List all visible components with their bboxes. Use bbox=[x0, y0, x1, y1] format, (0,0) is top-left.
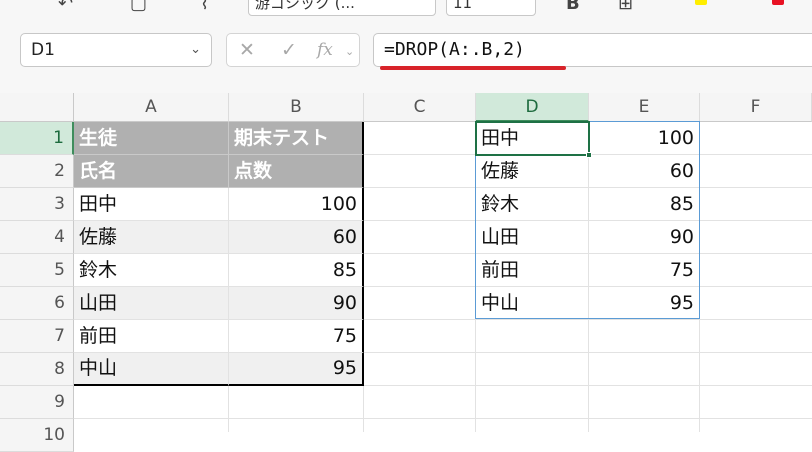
chevron-down-icon[interactable]: ⌄ bbox=[190, 34, 201, 66]
row-header-5[interactable]: 5 bbox=[0, 254, 74, 287]
format-painter-icon[interactable]: ⌇ bbox=[200, 0, 209, 14]
font-name-select[interactable]: 游ゴシック (... bbox=[248, 0, 436, 16]
cell-d4[interactable]: 山田 bbox=[476, 221, 589, 254]
column-header-e[interactable]: E bbox=[589, 93, 700, 122]
formula-input[interactable]: =DROP(A:.B,2) bbox=[373, 33, 812, 70]
undo-icon[interactable]: ↶ bbox=[58, 0, 73, 14]
row-header-9[interactable]: 9 bbox=[0, 386, 74, 419]
fill-handle[interactable] bbox=[586, 152, 592, 158]
row-header-6[interactable]: 6 bbox=[0, 287, 74, 320]
border-icon[interactable]: ⊞ bbox=[618, 0, 633, 14]
row-header-8[interactable]: 8 bbox=[0, 353, 74, 386]
cell-b7[interactable]: 75 bbox=[229, 320, 364, 353]
cell-e1[interactable]: 100 bbox=[589, 122, 700, 155]
formula-text: =DROP(A:.B,2) bbox=[384, 39, 525, 60]
row-header-2[interactable]: 2 bbox=[0, 155, 74, 188]
cell-d2[interactable]: 佐藤 bbox=[476, 155, 589, 188]
grid-top-spacer bbox=[0, 80, 812, 93]
select-all-corner[interactable] bbox=[0, 93, 74, 122]
cell-e6[interactable]: 95 bbox=[589, 287, 700, 320]
row-header-1[interactable]: 1 bbox=[0, 122, 74, 155]
highlight-color-swatch[interactable] bbox=[695, 0, 707, 5]
cell-d5[interactable]: 前田 bbox=[476, 254, 589, 287]
cell-a1[interactable]: 生徒 bbox=[74, 122, 229, 155]
cell-a6[interactable]: 山田 bbox=[74, 287, 229, 320]
cell-b1[interactable]: 期末テスト bbox=[229, 122, 364, 155]
column-header-f[interactable]: F bbox=[700, 93, 812, 122]
enter-icon[interactable]: ✓ bbox=[281, 39, 297, 61]
cell-e4[interactable]: 90 bbox=[589, 221, 700, 254]
cell-e5[interactable]: 75 bbox=[589, 254, 700, 287]
cell-a3[interactable]: 田中 bbox=[74, 188, 229, 221]
cell-e3[interactable]: 85 bbox=[589, 188, 700, 221]
cell-b4[interactable]: 60 bbox=[229, 221, 364, 254]
formula-buttons: ✕ ✓ fx ⌄ bbox=[226, 33, 360, 67]
ribbon: ↶ ▢ ⌇ 游ゴシック (... 11 B ⊞ bbox=[0, 0, 812, 22]
row-header-10[interactable]: 10 bbox=[0, 419, 74, 452]
row-header-7[interactable]: 7 bbox=[0, 320, 74, 353]
cancel-icon[interactable]: ✕ bbox=[239, 39, 255, 61]
cell-b8[interactable]: 95 bbox=[229, 353, 364, 386]
cell-a4[interactable]: 佐藤 bbox=[74, 221, 229, 254]
cell-a2[interactable]: 氏名 bbox=[74, 155, 229, 188]
font-color-swatch[interactable] bbox=[772, 0, 784, 5]
column-header-c[interactable]: C bbox=[364, 93, 476, 122]
bold-icon[interactable]: B bbox=[566, 0, 580, 14]
cell-d6[interactable]: 中山 bbox=[476, 287, 589, 320]
column-header-d[interactable]: D bbox=[476, 93, 589, 122]
row-header-3[interactable]: 3 bbox=[0, 188, 74, 221]
cell-a8[interactable]: 中山 bbox=[74, 353, 229, 386]
cell-e2[interactable]: 60 bbox=[589, 155, 700, 188]
formula-bar-row: D1 ⌄ ✕ ✓ fx ⌄ =DROP(A:.B,2) bbox=[0, 22, 812, 80]
column-header-a[interactable]: A bbox=[74, 93, 229, 122]
cell-b3[interactable]: 100 bbox=[229, 188, 364, 221]
cell-a7[interactable]: 前田 bbox=[74, 320, 229, 353]
cell-b6[interactable]: 90 bbox=[229, 287, 364, 320]
formula-highlight-underline bbox=[380, 66, 566, 70]
cell-d1[interactable]: 田中 bbox=[476, 122, 589, 155]
paste-icon[interactable]: ▢ bbox=[130, 0, 147, 14]
font-size-select[interactable]: 11 bbox=[446, 0, 536, 16]
cell-b2[interactable]: 点数 bbox=[229, 155, 364, 188]
cell-b5[interactable]: 85 bbox=[229, 254, 364, 287]
column-header-b[interactable]: B bbox=[229, 93, 364, 122]
cell-a5[interactable]: 鈴木 bbox=[74, 254, 229, 287]
row-header-4[interactable]: 4 bbox=[0, 221, 74, 254]
insert-function-icon[interactable]: fx bbox=[317, 39, 333, 61]
fx-dropdown-icon[interactable]: ⌄ bbox=[345, 41, 354, 63]
name-box[interactable]: D1 ⌄ bbox=[20, 33, 212, 67]
cell-d3[interactable]: 鈴木 bbox=[476, 188, 589, 221]
